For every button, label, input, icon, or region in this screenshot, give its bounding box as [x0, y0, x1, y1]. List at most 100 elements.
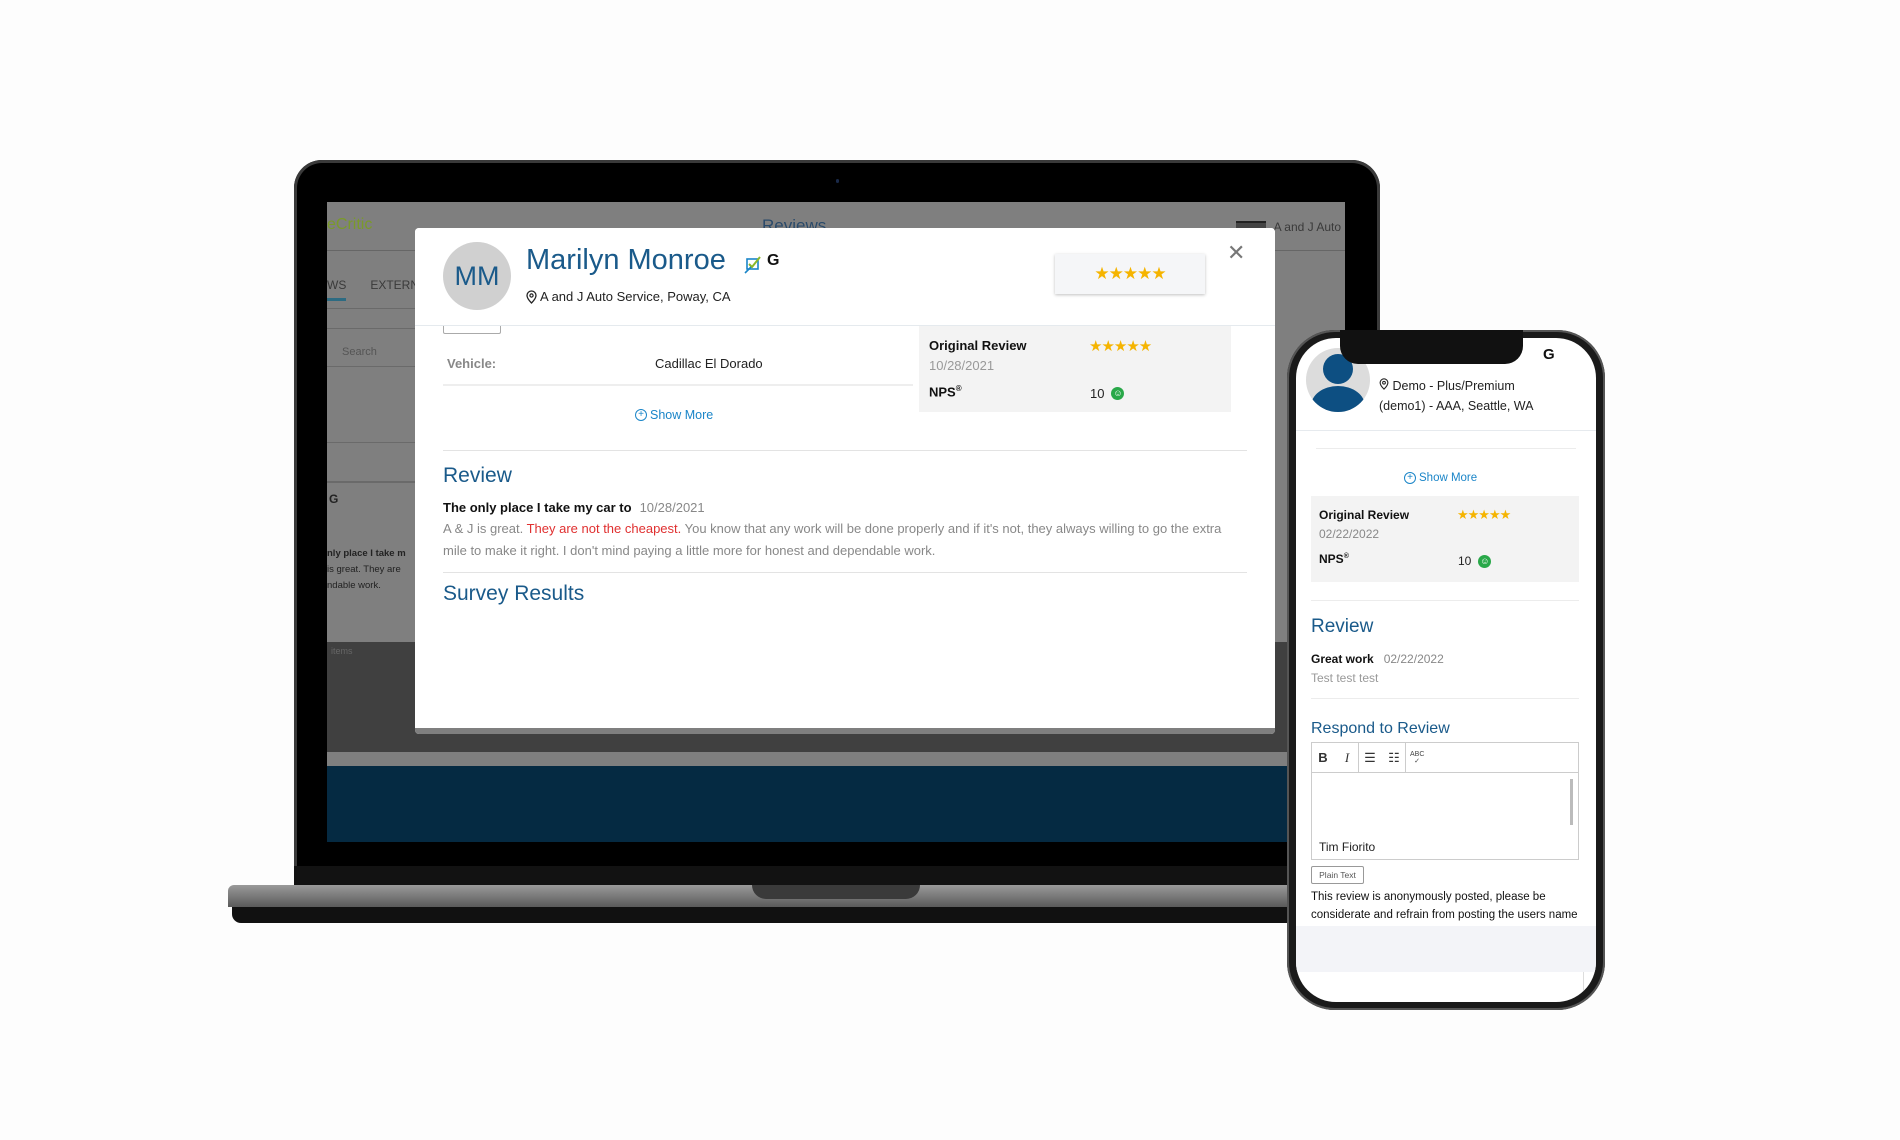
- bulleted-list-icon[interactable]: ☰: [1363, 750, 1377, 766]
- plain-text-button[interactable]: Plain Text: [1311, 866, 1364, 884]
- show-more-label: Show More: [1419, 472, 1478, 484]
- divider: [327, 328, 417, 329]
- reviewer-name: Marilyn Monroe: [526, 244, 726, 276]
- nps-label-text: NPS: [929, 384, 956, 400]
- editor-scrollbar[interactable]: [1570, 779, 1573, 825]
- bold-button[interactable]: B: [1316, 750, 1330, 765]
- spellcheck-icon[interactable]: ABC ✓: [1410, 751, 1424, 765]
- google-icon: G: [767, 252, 780, 269]
- nps-label: NPS®: [929, 384, 962, 399]
- original-review-date: 02/22/2022: [1319, 527, 1380, 541]
- vehicle-value: Cadillac El Dorado: [655, 356, 763, 371]
- spellcheck-label: ABC: [1410, 750, 1425, 758]
- phone-notch: [1340, 330, 1523, 364]
- plus-circle-icon: +: [1404, 472, 1416, 484]
- divider: [327, 308, 417, 309]
- divider: [1311, 600, 1579, 601]
- modal-body: Vehicle: Cadillac El Dorado + Show More …: [415, 320, 1275, 734]
- nps-score: 10 ☺: [1458, 554, 1492, 568]
- registered-mark: ®: [955, 384, 962, 393]
- star-rating-icon: ★★★★★: [1089, 338, 1152, 355]
- nps-label-text: NPS: [1319, 552, 1344, 566]
- original-review-title: Original Review: [929, 338, 1027, 353]
- app-logo: eCritic: [327, 216, 373, 233]
- divider: [1296, 430, 1596, 431]
- response-editor[interactable]: B I ☰ ☷ ABC ✓ Tim Fiorito: [1311, 742, 1579, 860]
- device-mockup-stage: eCritic Reviews A and J Auto WS EXTERN S…: [0, 0, 1900, 1140]
- review-detail-modal: MM Marilyn Monroe G A and J Auto Service…: [415, 228, 1275, 734]
- original-review-title: Original Review: [1319, 508, 1410, 522]
- divider: [443, 450, 1247, 451]
- original-review-panel: Original Review 10/28/2021 ★★★★★ NPS® 10…: [919, 326, 1231, 412]
- location-text: A and J Auto Service, Poway, CA: [540, 289, 731, 304]
- location-line-1: Demo - Plus/Premium: [1392, 379, 1515, 393]
- divider: [1311, 698, 1579, 699]
- nps-label: NPS®: [1319, 552, 1349, 566]
- items-label: items: [331, 646, 353, 656]
- nps-value: 10: [1458, 554, 1472, 568]
- verified-review-icon: [744, 256, 761, 274]
- location-line-2: (demo1) - AAA, Seattle, WA: [1379, 399, 1534, 413]
- laptop-screen: eCritic Reviews A and J Auto WS EXTERN S…: [327, 202, 1345, 842]
- plus-circle-icon: +: [635, 409, 647, 421]
- review-headline-text: Great work: [1311, 652, 1374, 666]
- review-text: A & J is great. They are not the cheapes…: [443, 518, 1243, 562]
- phone-scroll-indicator: [1583, 972, 1584, 992]
- app-footer: [327, 766, 1345, 842]
- overlay-band: [327, 752, 1345, 766]
- snippet-line: is great. They are: [327, 564, 401, 575]
- app-tabs: WS EXTERN: [327, 278, 419, 301]
- review-section-title: Review: [443, 464, 512, 487]
- review-date: 02/22/2022: [1383, 652, 1444, 666]
- editor-toolbar: B I ☰ ☷ ABC ✓: [1312, 743, 1578, 773]
- show-more-label: Show More: [650, 408, 714, 422]
- review-text-start: A & J is great.: [443, 521, 527, 536]
- modal-footer: ... Respond: [415, 728, 1275, 734]
- modal-header: MM Marilyn Monroe G A and J Auto Service…: [415, 228, 1275, 326]
- review-location: A and J Auto Service, Poway, CA: [526, 289, 731, 304]
- review-text-highlight: They are not the cheapest.: [526, 521, 682, 536]
- star-rating-icon: ★★★★★: [1094, 264, 1166, 283]
- toolbar-group-format: B I: [1312, 743, 1359, 772]
- review-date: 10/28/2021: [639, 500, 705, 515]
- search-input[interactable]: Search: [342, 346, 377, 358]
- divider: [1316, 448, 1576, 449]
- registered-mark: ®: [1343, 553, 1349, 560]
- smiley-face-icon: ☺: [1111, 387, 1125, 400]
- survey-results-title: Survey Results: [443, 582, 585, 605]
- show-more-link[interactable]: + Show More: [1404, 472, 1477, 484]
- phone-bottom-band: [1296, 926, 1596, 972]
- numbered-list-icon[interactable]: ☷: [1387, 750, 1401, 766]
- review-headline: The only place I take my car to 10/28/202…: [443, 500, 705, 515]
- snippet-line: ndable work.: [327, 580, 381, 591]
- review-headline: Great work 02/22/2022: [1311, 652, 1444, 666]
- divider: [327, 481, 417, 483]
- location-pin-icon: [1379, 378, 1389, 390]
- account-name: A and J Auto: [1273, 220, 1341, 234]
- tab-reviews[interactable]: WS: [327, 278, 347, 301]
- phone-screen: G Demo - Plus/Premium (demo1) - AAA, Sea…: [1296, 338, 1596, 1002]
- divider: [443, 384, 913, 386]
- original-review-panel: Original Review 02/22/2022 ★★★★★ NPS® 10…: [1311, 496, 1579, 582]
- review-list-snippet[interactable]: nly place I take m is great. They are nd…: [327, 546, 417, 594]
- location-pin-icon: [526, 289, 537, 304]
- google-source-icon: G: [329, 492, 339, 506]
- google-icon: G: [1543, 346, 1555, 363]
- vehicle-label: Vehicle:: [447, 356, 497, 371]
- anonymous-notice: This review is anonymously posted, pleas…: [1311, 891, 1578, 921]
- show-more-link[interactable]: + Show More: [635, 408, 713, 422]
- review-location: Demo - Plus/Premium (demo1) - AAA, Seatt…: [1379, 376, 1579, 416]
- laptop-camera: [836, 179, 839, 183]
- review-text: Test test test: [1311, 671, 1379, 685]
- italic-button[interactable]: I: [1340, 750, 1354, 766]
- divider: [327, 442, 417, 443]
- nps-score: 10 ☺: [1090, 386, 1125, 401]
- review-section-title: Review: [1311, 616, 1374, 637]
- laptop-foot: [232, 905, 1388, 923]
- respond-section-title: Respond to Review: [1311, 720, 1450, 737]
- toolbar-group-tools: ABC ✓: [1406, 743, 1428, 772]
- tab-external[interactable]: EXTERN: [370, 278, 419, 301]
- close-button[interactable]: ✕: [1227, 240, 1245, 266]
- smiley-face-icon: ☺: [1478, 554, 1492, 568]
- star-rating-icon: ★★★★★: [1457, 507, 1511, 522]
